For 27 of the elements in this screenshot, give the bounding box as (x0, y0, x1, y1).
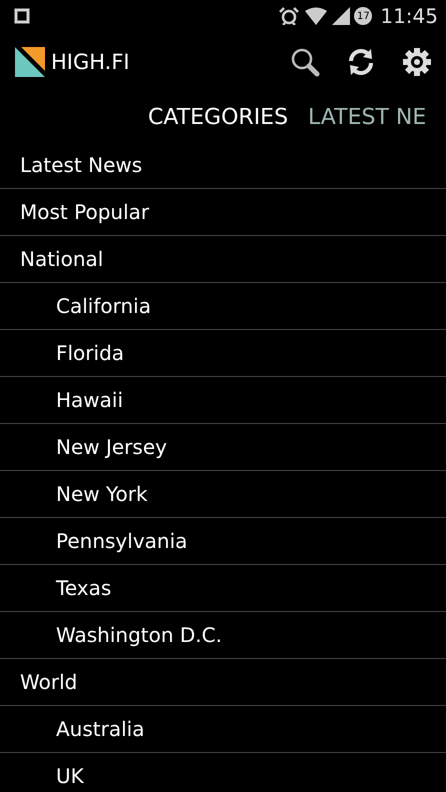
refresh-icon[interactable] (346, 47, 376, 77)
app-title: HIGH.FI (51, 50, 130, 74)
category-item[interactable]: Florida (0, 330, 446, 377)
notification-square-icon (14, 8, 30, 24)
category-item[interactable]: California (0, 283, 446, 330)
category-item[interactable]: New Jersey (0, 424, 446, 471)
category-item[interactable]: Hawaii (0, 377, 446, 424)
category-item[interactable]: Texas (0, 565, 446, 612)
category-item[interactable]: Australia (0, 706, 446, 753)
tab[interactable]: CATEGORIES (148, 104, 288, 130)
wifi-icon (304, 7, 328, 25)
signal-icon (332, 7, 350, 25)
notification-count-badge: 17 (354, 7, 372, 25)
alarm-icon (278, 7, 300, 25)
category-item[interactable]: New York (0, 471, 446, 518)
category-item[interactable]: Latest News (0, 142, 446, 189)
tab[interactable]: LATEST NE (308, 104, 426, 130)
settings-icon[interactable] (402, 47, 432, 77)
category-item[interactable]: National (0, 236, 446, 283)
clock-time: 11:45 (380, 4, 438, 28)
category-item[interactable]: Washington D.C. (0, 612, 446, 659)
category-item[interactable]: World (0, 659, 446, 706)
category-item[interactable]: UK (0, 753, 446, 792)
search-icon[interactable] (290, 47, 320, 77)
app-logo-icon (15, 47, 45, 77)
category-item[interactable]: Pennsylvania (0, 518, 446, 565)
category-item[interactable]: Most Popular (0, 189, 446, 236)
